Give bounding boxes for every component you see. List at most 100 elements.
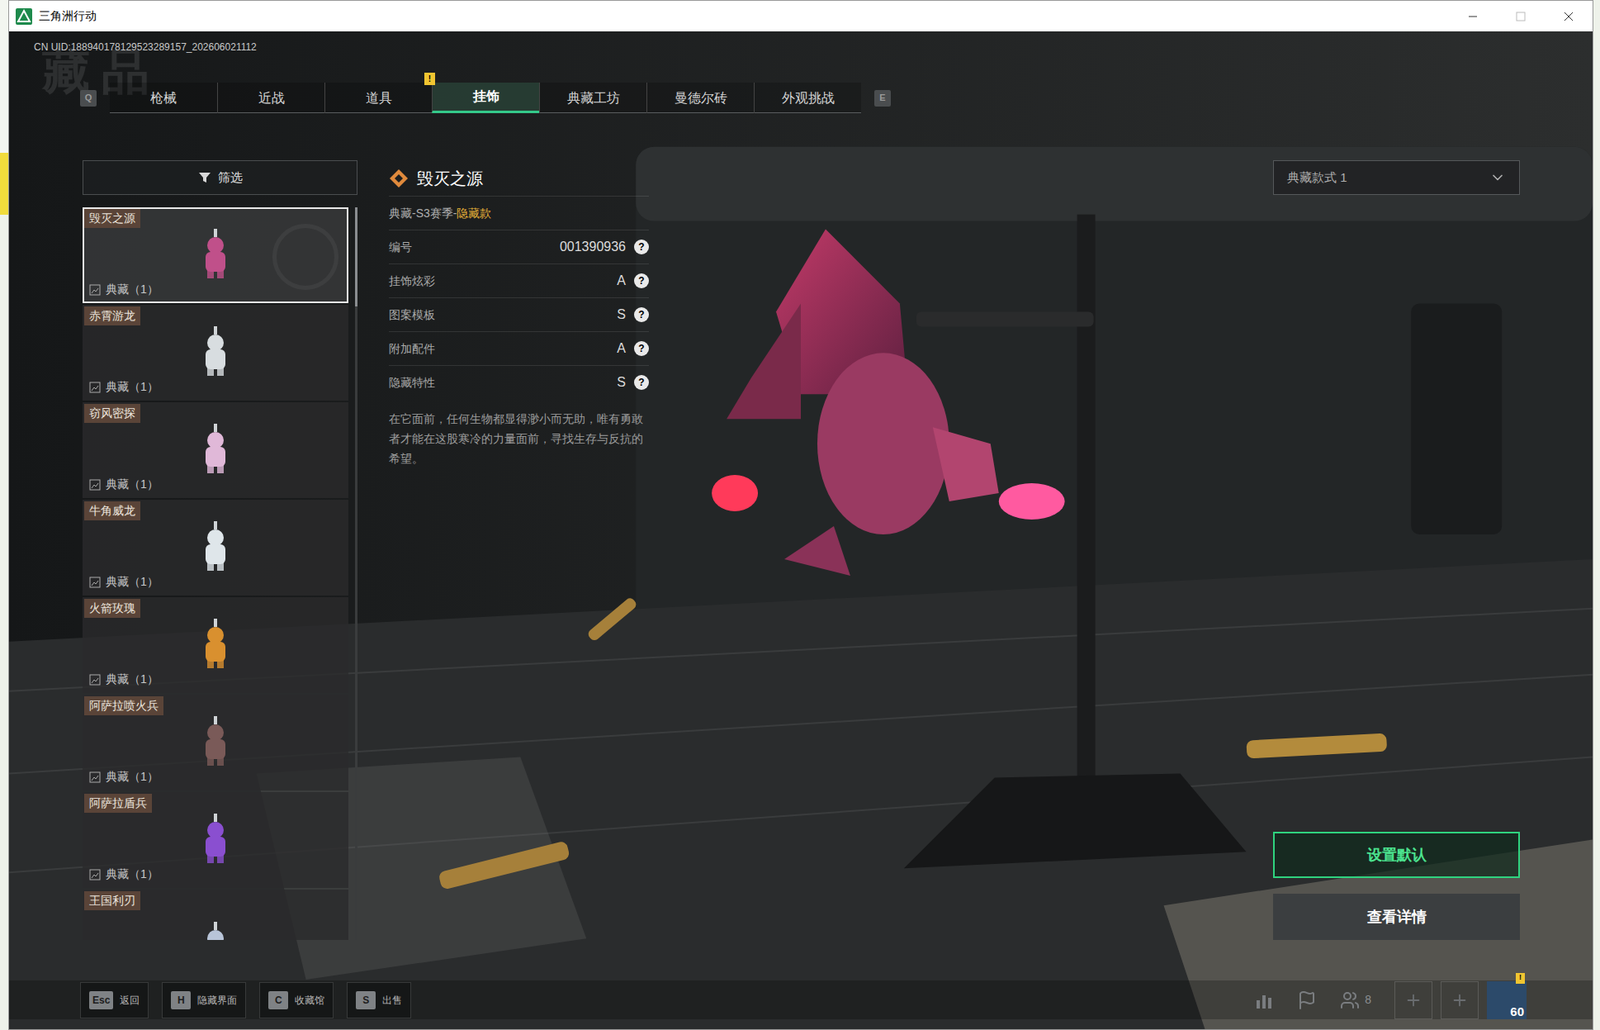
item-name: 赤霄游龙 [84,306,141,326]
tab-bar: Q 枪械近战道具挂饰!典藏工坊曼德尔砖外观挑战 E [9,82,1593,114]
stat-row: 编号001390936? [388,229,649,264]
background-strip [0,0,9,1030]
player-avatar[interactable]: 60! [1486,980,1527,1019]
picture-icon [89,771,101,783]
charm-thumbnail-icon [197,228,234,280]
game-window: 三角洲行动藏品CN UID:188940178129523289157_2026… [8,0,1594,1030]
picture-icon [89,576,101,588]
collection-item[interactable]: 阿萨拉盾兵典藏（1） [82,791,349,888]
bottom-bar: Esc返回 H隐藏界面 C收藏馆 S出售 8 60! [9,979,1593,1019]
category-tab[interactable]: 曼德尔砖 [646,82,754,114]
stat-row: 附加配件A? [388,331,649,365]
item-name: 牛角威龙 [84,501,141,521]
collection-item[interactable]: 王国利刃 [82,889,349,940]
item-description: 在它面前，任何生物都显得渺小而无助，唯有勇敢者才能在这股寒冷的力量面前，寻找生存… [388,408,649,469]
series-line: 典藏-S3赛季-隐藏款 [388,196,649,230]
stat-row: 隐藏特性S? [388,364,649,399]
minimize-button[interactable] [1448,0,1497,32]
next-tab-key[interactable]: E [874,89,891,107]
friends-icon [1339,989,1360,1010]
hotkey-button[interactable]: S出售 [346,981,412,1018]
stats-chart-icon[interactable] [1254,989,1274,1010]
item-name: 阿萨拉喷火兵 [84,695,164,715]
avatar-alert-badge: ! [1515,972,1525,984]
help-button[interactable]: ? [634,239,649,255]
item-tag: 典藏（1） [84,767,347,789]
collection-item[interactable]: 赤霄游龙典藏（1） [82,304,349,401]
game-content: 藏品CN UID:188940178129523289157_202606021… [9,31,1593,1029]
close-icon [1563,11,1574,22]
collection-list: 毁灭之源典藏（1）赤霄游龙典藏（1）窃风密探典藏（1）牛角威龙典藏（1）火箭玫瑰… [82,207,349,940]
collection-item[interactable]: 牛角威龙典藏（1） [82,499,349,596]
category-tab[interactable]: 外观挑战 [753,82,862,114]
plus-icon [1450,990,1469,1009]
item-tag: 典藏（1） [84,378,347,399]
picture-icon [89,673,101,686]
item-title: 毁灭之源 [416,165,483,191]
window-title: 三角洲行动 [38,7,97,25]
item-name: 毁灭之源 [84,208,141,228]
category-tab[interactable]: 近战 [217,82,325,114]
chevron-down-icon [1489,169,1506,186]
category-tab[interactable]: 道具 [324,82,432,114]
player-level: 60 [1510,1003,1525,1019]
filter-icon [198,170,212,185]
charm-thumbnail-icon [197,715,234,767]
screen: 三角洲行动藏品CN UID:188940178129523289157_2026… [0,0,1600,1030]
style-dropdown[interactable]: 典藏款式 1 [1273,160,1520,195]
item-tag: 典藏（1） [84,280,347,302]
category-tab[interactable]: 挂饰! [431,82,540,114]
right-column: 典藏款式 1 设置默认查看详情 [1273,160,1520,940]
party-slot[interactable] [1394,980,1433,1019]
item-name: 王国利刃 [84,890,141,910]
party-slot[interactable] [1440,980,1479,1019]
item-name: 火箭玫瑰 [84,598,141,618]
flag-icon[interactable] [1297,989,1317,1010]
filter-button[interactable]: 筛选 [82,160,358,195]
charm-thumbnail-icon [197,520,234,573]
collection-item[interactable]: 阿萨拉喷火兵典藏（1） [82,694,349,791]
collection-panel: 筛选毁灭之源典藏（1）赤霄游龙典藏（1）窃风密探典藏（1）牛角威龙典藏（1）火箭… [82,160,358,940]
item-tag: 典藏（1） [84,572,347,594]
help-button[interactable]: ? [634,340,649,356]
picture-icon [89,478,101,491]
hotkey-button[interactable]: Esc返回 [80,981,149,1018]
action-button[interactable]: 设置默认 [1273,831,1520,878]
collection-item[interactable]: 毁灭之源典藏（1） [82,207,349,303]
item-name: 窃风密探 [84,403,141,423]
item-name: 阿萨拉盾兵 [84,793,152,813]
friends-button[interactable]: 8 [1339,989,1372,1010]
charm-thumbnail-icon [197,618,234,670]
background-strip [1593,0,1600,1030]
maximize-button[interactable] [1496,0,1545,32]
maximize-icon [1515,11,1526,22]
detail-header: 毁灭之源 [388,160,649,197]
collection-item[interactable]: 火箭玫瑰典藏（1） [82,596,349,693]
item-tag: 典藏（1） [84,865,347,886]
help-button[interactable]: ? [634,374,649,390]
picture-icon [89,868,101,881]
title-bar: 三角洲行动 [9,0,1593,32]
prev-tab-key[interactable]: Q [80,89,97,107]
action-button[interactable]: 查看详情 [1273,893,1520,940]
hotkey-button[interactable]: C收藏馆 [259,981,334,1018]
help-button[interactable]: ? [634,307,649,322]
picture-icon [89,284,101,296]
category-tab[interactable]: 枪械 [109,82,218,114]
detail-panel: 毁灭之源典藏-S3赛季-隐藏款编号001390936?挂饰炫彩A?图案模板S?附… [388,160,649,940]
item-tag: 典藏（1） [84,475,347,497]
selected-emblem [272,223,339,290]
list-scrollbar[interactable] [355,207,358,940]
hotkey-button[interactable]: H隐藏界面 [161,981,247,1018]
category-tab[interactable]: 典藏工坊 [539,82,647,114]
help-button[interactable]: ? [634,273,649,289]
picture-icon [89,381,101,393]
item-tag: 典藏（1） [84,670,347,692]
minimize-icon [1467,11,1478,22]
charm-thumbnail-icon [197,423,234,475]
collection-item[interactable]: 窃风密探典藏（1） [82,402,349,498]
close-button[interactable] [1544,0,1593,32]
rarity-diamond-icon [388,168,409,189]
stat-row: 图案模板S? [388,297,649,332]
charm-thumbnail-icon [197,813,234,865]
